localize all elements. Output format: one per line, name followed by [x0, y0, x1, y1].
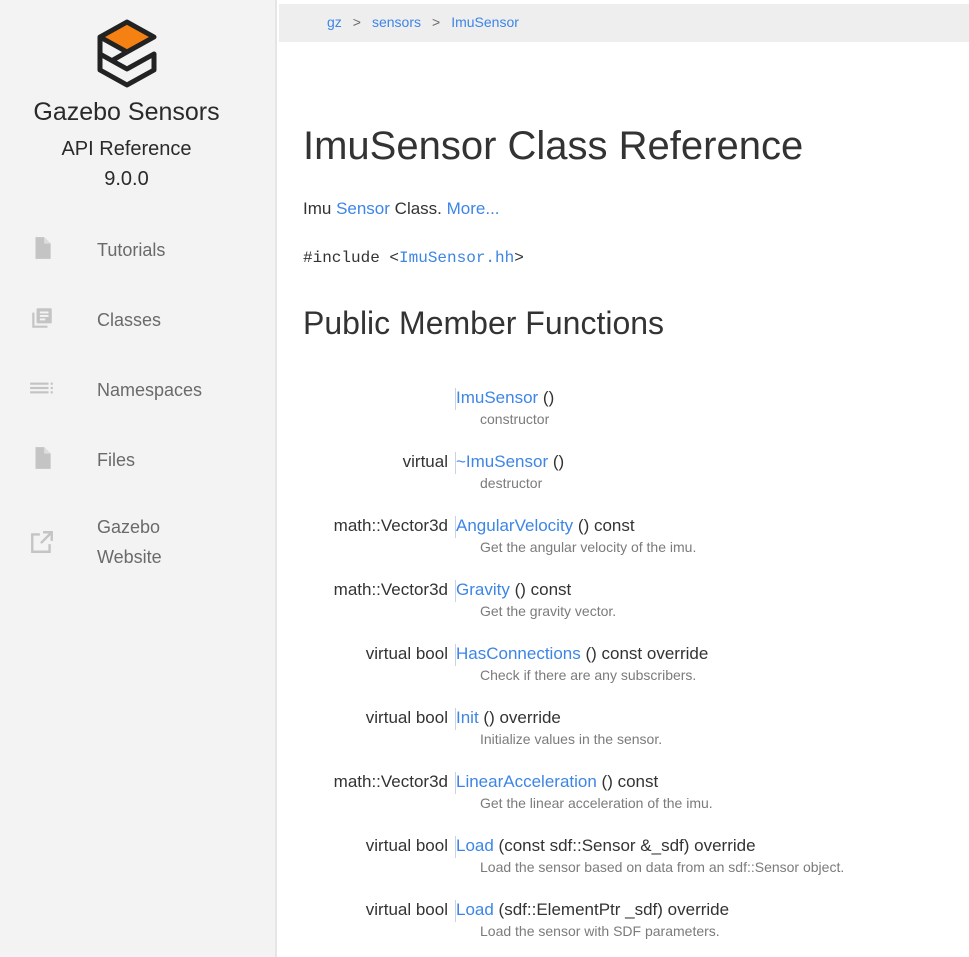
member-args: () const override: [580, 644, 709, 663]
member-link[interactable]: ImuSensor: [456, 388, 538, 407]
sidebar-item-tutorials[interactable]: Tutorials: [0, 222, 275, 272]
file-icon: [29, 445, 55, 471]
member-args: () const: [573, 516, 635, 535]
brief-suffix: Class.: [389, 199, 447, 218]
sidebar-item-classes[interactable]: Classes: [0, 292, 275, 342]
member-row: math::Vector3d LinearAcceleration () con…: [303, 770, 963, 830]
member-link[interactable]: Init: [456, 708, 479, 727]
member-args: () override: [478, 708, 561, 727]
library-icon: [29, 305, 55, 331]
member-row: virtual bool Load (sdf::ElementPtr _sdf)…: [303, 898, 963, 957]
page-title: ImuSensor Class Reference: [303, 124, 804, 168]
member-link[interactable]: AngularVelocity: [456, 516, 573, 535]
member-link[interactable]: Load: [456, 900, 494, 919]
member-return-type: virtual: [402, 452, 448, 471]
include-prefix: #include <: [303, 249, 400, 267]
sidebar-item-files[interactable]: Files: [0, 432, 275, 482]
sidebar-item-label: Namespaces: [97, 380, 203, 400]
member-description: Get the linear acceleration of the imu.: [480, 795, 713, 811]
member-args: (): [538, 388, 555, 407]
member-description: Check if there are any subscribers.: [480, 667, 697, 683]
include-suffix: >: [514, 249, 524, 267]
main-content: ImuSensor Class Reference Imu Sensor Cla…: [303, 0, 963, 957]
member-description: constructor: [480, 411, 550, 427]
file-icon: [29, 235, 55, 261]
gazebo-logo[interactable]: [96, 18, 158, 90]
sidebar-item-label-line2: Website: [97, 547, 162, 567]
member-description: Get the gravity vector.: [480, 603, 617, 619]
member-return-type: math::Vector3d: [333, 516, 448, 535]
sidebar: Gazebo Sensors API Reference 9.0.0 Tutor…: [0, 0, 277, 957]
member-link[interactable]: Gravity: [456, 580, 510, 599]
member-link[interactable]: ~ImuSensor: [456, 452, 548, 471]
section-title: Public Member Functions: [303, 305, 665, 341]
member-return-type: math::Vector3d: [333, 580, 448, 599]
member-description: Load the sensor based on data from an sd…: [480, 859, 845, 875]
member-row: math::Vector3d Gravity () const Get the …: [303, 578, 963, 638]
member-args: (sdf::ElementPtr _sdf) override: [493, 900, 730, 919]
member-row: ImuSensor () constructor: [303, 386, 963, 446]
member-description: destructor: [480, 475, 543, 491]
member-description: Get the angular velocity of the imu.: [480, 539, 697, 555]
member-link[interactable]: LinearAcceleration: [456, 772, 597, 791]
member-description: Load the sensor with SDF parameters.: [480, 923, 720, 939]
project-version: 9.0.0: [104, 168, 149, 190]
member-signature: Init () override: [456, 706, 561, 730]
member-row: virtual ~ImuSensor () destructor: [303, 450, 963, 510]
member-signature: AngularVelocity () const: [456, 514, 635, 538]
member-signature: ImuSensor (): [456, 386, 554, 410]
member-signature: Load (sdf::ElementPtr _sdf) override: [456, 898, 729, 922]
member-return-type: virtual bool: [365, 708, 448, 727]
external-link-icon: [29, 529, 55, 555]
member-return-type: math::Vector3d: [333, 772, 448, 791]
sidebar-item-label: Tutorials: [97, 240, 166, 260]
member-args: (const sdf::Sensor &_sdf) override: [493, 836, 756, 855]
brief-prefix: Imu: [303, 199, 337, 218]
more-link[interactable]: More...: [447, 199, 500, 218]
include-file-link[interactable]: ImuSensor.hh: [399, 249, 514, 267]
member-row: virtual bool HasConnections () const ove…: [303, 642, 963, 702]
member-signature: LinearAcceleration () const: [456, 770, 658, 794]
member-args: () const: [596, 772, 659, 791]
project-name: Gazebo Sensors: [33, 98, 220, 126]
sidebar-item-label: Gazebo Website: [97, 512, 217, 572]
sidebar-item-gazebo-website[interactable]: Gazebo Website: [0, 512, 275, 572]
sidebar-item-label: Files: [97, 450, 136, 470]
member-return-type: virtual bool: [365, 836, 448, 855]
member-row: math::Vector3d AngularVelocity () const …: [303, 514, 963, 574]
member-link[interactable]: HasConnections: [456, 644, 581, 663]
member-signature: HasConnections () const override: [456, 642, 708, 666]
member-return-type: virtual bool: [365, 644, 448, 663]
member-description: Initialize values in the sensor.: [480, 731, 663, 747]
member-signature: Gravity () const: [456, 578, 571, 602]
member-link[interactable]: Load: [456, 836, 494, 855]
sensor-class-link[interactable]: Sensor: [336, 199, 390, 218]
member-row: virtual bool Init () override Initialize…: [303, 706, 963, 766]
list-icon: [29, 375, 55, 401]
sidebar-item-label: Classes: [97, 310, 162, 330]
sidebar-item-namespaces[interactable]: Namespaces: [0, 362, 275, 412]
include-line: #include <ImuSensor.hh>: [303, 249, 524, 267]
member-signature: Load (const sdf::Sensor &_sdf) override: [456, 834, 756, 858]
project-subtitle: API Reference: [61, 138, 192, 160]
member-args: () const: [509, 580, 572, 599]
member-signature: ~ImuSensor (): [456, 450, 564, 474]
member-return-type: virtual bool: [365, 900, 448, 919]
class-brief: Imu Sensor Class. More...: [303, 199, 500, 219]
member-row: virtual bool Load (const sdf::Sensor &_s…: [303, 834, 963, 894]
sidebar-item-label-line1: Gazebo: [97, 517, 161, 537]
member-args: (): [548, 452, 565, 471]
